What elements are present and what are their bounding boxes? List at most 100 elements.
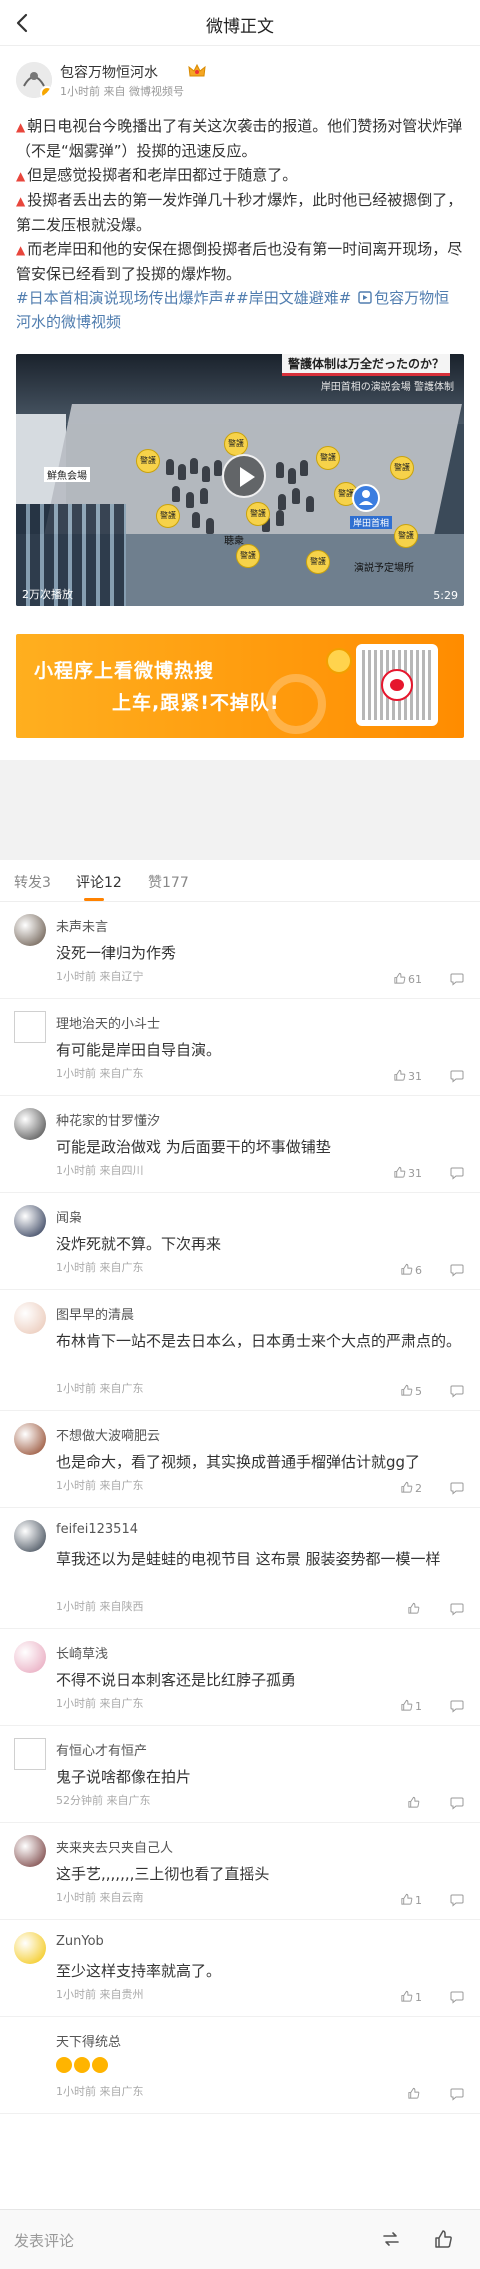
commenter-avatar[interactable] — [14, 1011, 46, 1043]
commenter-avatar[interactable] — [14, 1738, 46, 1770]
author-avatar[interactable] — [16, 62, 52, 98]
comment-like-button[interactable]: 6 — [400, 1263, 422, 1277]
comment-meta: 1小时前 来自贵州 — [56, 1986, 144, 2002]
post-paragraph: ▲ 投掷者丢出去的第一发炸弹几十秒才爆炸，此时他已经被摁倒了，第二发压根就没爆。 — [16, 191, 463, 234]
reply-bubble-icon[interactable] — [450, 1893, 464, 1907]
comment-item[interactable]: feifei123514 草我还以为是蛙蛙的电视节目 这布景 服装姿势都一模一样 1… — [0, 1508, 480, 1629]
commenter-avatar[interactable] — [14, 1205, 46, 1237]
commenter-avatar[interactable] — [14, 1302, 46, 1334]
tab-comments[interactable]: 评论12 — [76, 872, 122, 892]
commenter-name[interactable]: 闻枭 — [56, 1207, 82, 1226]
commenter-avatar[interactable] — [14, 914, 46, 946]
commenter-avatar[interactable] — [14, 1423, 46, 1455]
hashtag-links[interactable]: #日本首相演说现场传出爆炸声##岸田文雄避难# — [16, 289, 351, 307]
reply-bubble-icon[interactable] — [450, 2087, 464, 2101]
comment-item[interactable]: 闻枭 没炸死就不算。下次再来 1小时前 来自广东 6 — [0, 1193, 480, 1290]
play-button[interactable] — [222, 454, 266, 498]
tab-likes[interactable]: 赞177 — [148, 872, 189, 892]
reply-bubble-icon[interactable] — [450, 1796, 464, 1810]
reply-bubble-icon[interactable] — [450, 972, 464, 986]
like-icon[interactable] — [432, 2228, 454, 2250]
commenter-name[interactable]: 图早早的清晨 — [56, 1304, 134, 1323]
crowd-figure — [166, 459, 174, 475]
like-count: 61 — [408, 973, 422, 986]
comment-like-button[interactable] — [407, 2087, 422, 2101]
crowd-figure — [172, 486, 180, 502]
reply-bubble-icon[interactable] — [450, 1263, 464, 1277]
comment-item[interactable]: ZunYob 至少这样支持率就高了。 1小时前 来自贵州 1 — [0, 1920, 480, 2017]
author-name[interactable]: 包容万物恒河水 — [60, 62, 158, 82]
comment-item[interactable]: 理地治天的小斗士 有可能是岸田自导自演。 1小时前 来自广东 31 — [0, 999, 480, 1096]
comment-input[interactable]: 发表评论 — [14, 2230, 74, 2251]
commenter-name[interactable]: 有恒心才有恒产 — [56, 1740, 147, 1759]
video-player[interactable]: 警護体制は万全だったのか？ 岸田首相の演説会場 警護体制 鮮魚会場 警護 警護 … — [16, 354, 464, 606]
reply-bubble-icon[interactable] — [450, 1384, 464, 1398]
repost-icon[interactable] — [380, 2228, 402, 2250]
comment-meta: 1小时前 来自陕西 — [56, 1598, 144, 1614]
crowd-figure — [186, 492, 194, 508]
comment-text: 没炸死就不算。下次再来 — [56, 1235, 222, 1253]
like-count: 5 — [415, 1385, 422, 1398]
comment-source: 来自陕西 — [99, 1600, 144, 1613]
comment-like-button[interactable]: 31 — [393, 1069, 422, 1083]
ad-banner[interactable]: 小程序上看微博热搜 上车,跟紧!不掉队! — [16, 634, 464, 738]
comment-item[interactable]: 未声未言 没死一律归为作秀 1小时前 来自辽宁 61 — [0, 902, 480, 999]
comment-item[interactable]: 图早早的清晨 布林肯下一站不是去日本么，日本勇士来个大点的严肃点的。 1小时前 来自… — [0, 1290, 480, 1411]
like-count: 31 — [408, 1167, 422, 1180]
crowd-figure — [300, 460, 308, 476]
commenter-avatar[interactable] — [14, 1108, 46, 1140]
comment-like-button[interactable]: 31 — [393, 1166, 422, 1180]
commenter-name[interactable]: ZunYob — [56, 1934, 104, 1949]
comment-source: 来自广东 — [106, 1794, 151, 1807]
comment-like-button[interactable]: 1 — [400, 1990, 422, 2004]
comment-item[interactable]: 天下得统总 1小时前 来自广东 — [0, 2017, 480, 2114]
comment-source: 来自广东 — [99, 1479, 144, 1492]
reply-bubble-icon[interactable] — [450, 1166, 464, 1180]
comment-source: 来自广东 — [99, 1697, 144, 1710]
comment-like-button[interactable] — [407, 1796, 422, 1810]
comment-like-button[interactable]: 1 — [400, 1699, 422, 1713]
reply-bubble-icon[interactable] — [450, 1990, 464, 2004]
comment-like-button[interactable]: 2 — [400, 1481, 422, 1495]
commenter-avatar[interactable] — [14, 1932, 46, 1964]
comment-like-button[interactable] — [407, 1602, 422, 1616]
comment-item[interactable]: 不想做大波嗬肥云 也是命大，看了视频，其实换成普通手榴弹估计就gg了 1小时前 来自… — [0, 1411, 480, 1508]
comment-meta: 1小时前 来自广东 — [56, 1695, 144, 1711]
guard-marker: 警護 — [224, 432, 248, 456]
commenter-name[interactable]: 长崎草浅 — [56, 1643, 108, 1662]
commenter-avatar[interactable] — [14, 1520, 46, 1552]
crowd-figure — [200, 488, 208, 504]
comment-item[interactable]: 长崎草浅 不得不说日本刺客还是比红脖子孤勇 1小时前 来自广东 1 — [0, 1629, 480, 1726]
commenter-name[interactable]: feifei123514 — [56, 1522, 138, 1537]
post-author[interactable]: 包容万物恒河水 1小时前 来自 微博视频号 — [16, 60, 456, 102]
video-label-audience: 聴衆 — [224, 536, 244, 547]
reply-bubble-icon[interactable] — [450, 1069, 464, 1083]
comment-item[interactable]: 有恒心才有恒产 鬼子说啥都像在拍片 52分钟前 来自广东 — [0, 1726, 480, 1823]
reply-bubble-icon[interactable] — [450, 1602, 464, 1616]
commenter-avatar[interactable] — [14, 1835, 46, 1867]
weibo-logo-icon — [381, 669, 413, 701]
comment-text: 草我还以为是蛙蛙的电视节目 这布景 服装姿势都一模一样 — [56, 1550, 441, 1568]
tab-reposts[interactable]: 转发3 — [14, 872, 51, 892]
commenter-name[interactable]: 天下得统总 — [56, 2031, 121, 2050]
video-label-speech: 演説予定場所 — [354, 563, 414, 574]
reply-bubble-icon[interactable] — [450, 1481, 464, 1495]
commenter-name[interactable]: 夹来夹去只夹自己人 — [56, 1837, 173, 1856]
commenter-name[interactable]: 不想做大波嗬肥云 — [56, 1425, 160, 1444]
comment-item[interactable]: 种花家的甘罗懂汐 可能是政治做戏 为后面要干的坏事做铺垫 1小时前 来自四川 31 — [0, 1096, 480, 1193]
comment-like-button[interactable]: 1 — [400, 1893, 422, 1907]
comment-text: 鬼子说啥都像在拍片 — [56, 1768, 192, 1786]
comment-source: 来自广东 — [99, 1261, 144, 1274]
video-label-pm: 岸田首相 — [350, 516, 393, 529]
commenter-avatar[interactable] — [14, 1641, 46, 1673]
comment-item[interactable]: 夹来夹去只夹自己人 这手艺,,,,,,,三上彻也看了直摇头 1小时前 来自云南 1 — [0, 1823, 480, 1920]
reply-bubble-icon[interactable] — [450, 1699, 464, 1713]
post-time: 1小时前 — [60, 85, 100, 98]
commenter-name[interactable]: 种花家的甘罗懂汐 — [56, 1110, 160, 1129]
commenter-name[interactable]: 理地治天的小斗士 — [56, 1013, 160, 1032]
commenter-name[interactable]: 未声未言 — [56, 916, 108, 935]
commenter-avatar[interactable] — [14, 2029, 46, 2061]
crowd-figure — [292, 488, 300, 504]
comment-like-button[interactable]: 61 — [393, 972, 422, 986]
comment-like-button[interactable]: 5 — [400, 1384, 422, 1398]
